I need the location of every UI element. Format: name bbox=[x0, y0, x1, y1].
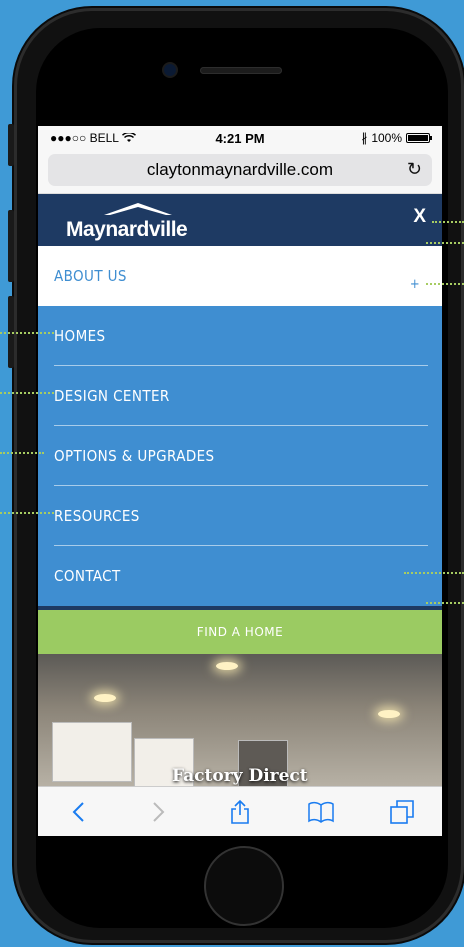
earpiece-speaker bbox=[200, 67, 282, 74]
hero-image: Factory Direct bbox=[38, 654, 442, 790]
nav-item-contact[interactable]: CONTACT bbox=[38, 546, 442, 606]
callout-line-bottom-border bbox=[426, 602, 464, 604]
share-icon[interactable] bbox=[226, 798, 254, 826]
find-a-home-button[interactable]: FIND A HOME bbox=[38, 610, 442, 654]
nav-item-label: HOMES bbox=[54, 327, 106, 345]
callout-line-contact bbox=[404, 572, 464, 574]
callout-line-expand bbox=[426, 283, 464, 285]
back-icon[interactable] bbox=[64, 798, 92, 826]
expand-submenu-button[interactable]: + bbox=[388, 246, 442, 306]
logo-wordmark: Maynardville bbox=[66, 218, 188, 241]
phone-screen: ●●●○○ BELL 4:21 PM ∦ 100% claytonmaynard… bbox=[38, 126, 442, 836]
url-text: claytonmaynardville.com bbox=[146, 160, 334, 179]
ceiling-light bbox=[216, 662, 238, 670]
browser-address-area: claytonmaynardville.com ↻ bbox=[38, 150, 442, 194]
bluetooth-icon: ∦ bbox=[361, 131, 368, 145]
browser-toolbar bbox=[38, 786, 442, 836]
kitchen-cabinet bbox=[52, 722, 132, 782]
nav-item-homes[interactable]: HOMES bbox=[38, 306, 442, 366]
battery-percent: 100% bbox=[371, 131, 403, 145]
site-header: Maynardville X bbox=[38, 194, 442, 246]
battery-icon bbox=[406, 133, 433, 143]
callout-line-options bbox=[0, 452, 44, 454]
status-bar: ●●●○○ BELL 4:21 PM ∦ 100% bbox=[38, 126, 442, 150]
ceiling-light bbox=[94, 694, 116, 702]
nav-item-about-us[interactable]: ABOUT US + bbox=[38, 246, 442, 306]
nav-item-label: OPTIONS & UPGRADES bbox=[54, 447, 215, 465]
mobile-nav-menu: ABOUT US + HOMES DESIGN CENTER OPTIONS &… bbox=[38, 246, 442, 606]
callout-line-resources bbox=[0, 512, 54, 514]
site-logo[interactable]: Maynardville bbox=[66, 202, 211, 242]
nav-item-resources[interactable]: RESOURCES bbox=[38, 486, 442, 546]
nav-item-options-upgrades[interactable]: OPTIONS & UPGRADES bbox=[38, 426, 442, 486]
ceiling-light bbox=[378, 710, 400, 718]
nav-item-label: RESOURCES bbox=[54, 507, 140, 525]
callout-line-design-center bbox=[0, 392, 54, 394]
nav-item-label: ABOUT US bbox=[54, 267, 127, 285]
callout-line-active-item bbox=[426, 242, 464, 244]
hero-caption: Factory Direct bbox=[172, 766, 308, 786]
wifi-icon bbox=[121, 133, 136, 142]
nav-item-label: DESIGN CENTER bbox=[54, 387, 170, 405]
mute-switch bbox=[8, 124, 14, 166]
callout-line-homes bbox=[0, 332, 54, 334]
home-button[interactable] bbox=[204, 846, 284, 926]
callout-line-close bbox=[432, 221, 464, 223]
nav-item-label: CONTACT bbox=[54, 567, 121, 585]
forward-icon[interactable] bbox=[145, 798, 173, 826]
roof-logo-icon bbox=[104, 203, 172, 215]
front-camera bbox=[164, 64, 176, 76]
tabs-icon[interactable] bbox=[388, 798, 416, 826]
reload-icon[interactable]: ↻ bbox=[407, 159, 422, 180]
find-a-home-label: FIND A HOME bbox=[196, 625, 284, 639]
clock: 4:21 PM bbox=[215, 130, 265, 146]
carrier-label: ●●●○○ BELL bbox=[50, 131, 119, 145]
nav-item-design-center[interactable]: DESIGN CENTER bbox=[38, 366, 442, 426]
bookmarks-icon[interactable] bbox=[307, 798, 335, 826]
close-menu-button[interactable]: X bbox=[413, 206, 426, 228]
address-bar[interactable]: claytonmaynardville.com ↻ bbox=[48, 154, 432, 186]
volume-up-button bbox=[8, 210, 14, 282]
